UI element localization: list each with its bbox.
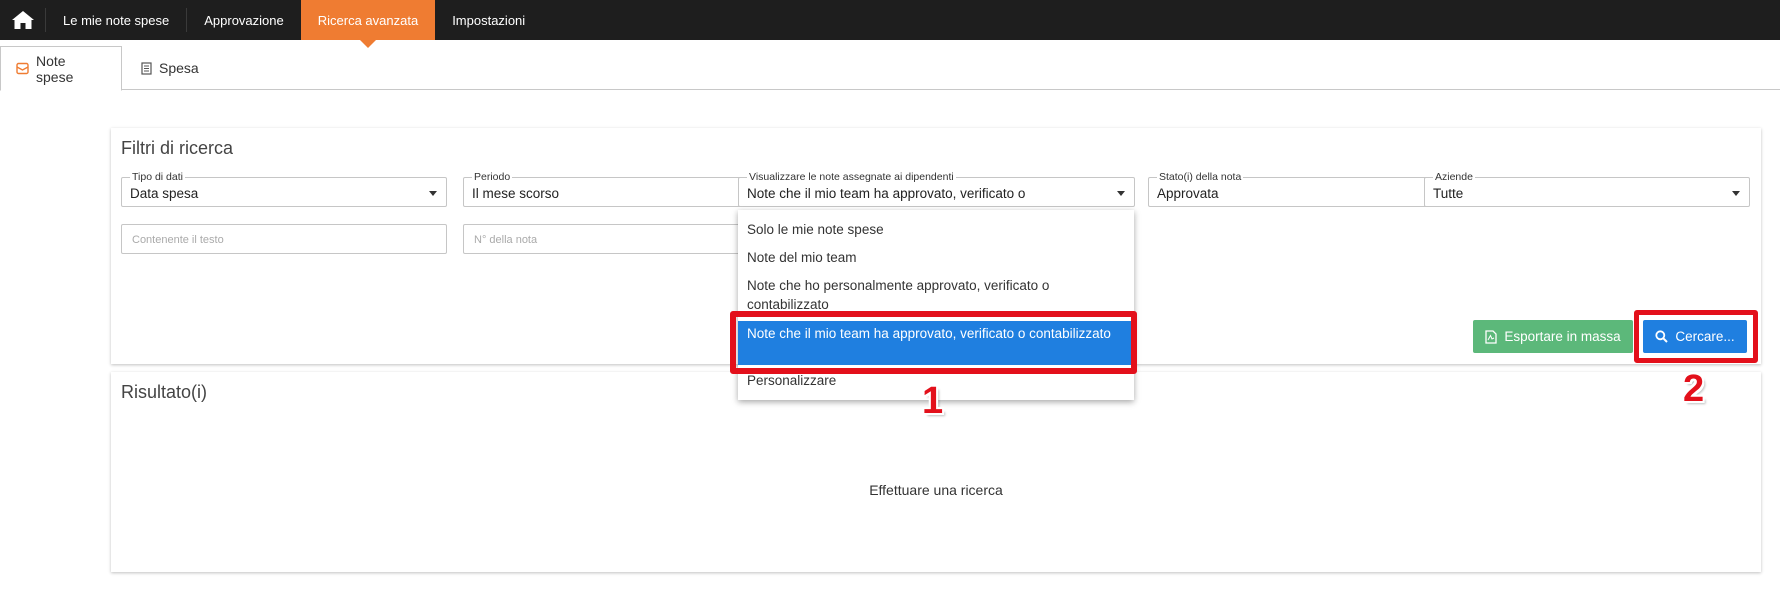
chevron-down-icon — [1732, 191, 1740, 196]
callout-number-two: 2 — [1683, 368, 1705, 410]
stato-value: Approvata — [1157, 186, 1219, 201]
visualizzare-label: Visualizzare le note assegnate ai dipend… — [747, 171, 956, 183]
aziende-select[interactable]: Aziende Tutte — [1424, 171, 1750, 207]
filters-title: Filtri di ricerca — [121, 138, 234, 158]
periodo-value: Il mese scorso — [472, 186, 560, 201]
nav-le-mie-note-spese[interactable]: Le mie note spese — [46, 0, 186, 40]
periodo-label: Periodo — [472, 171, 513, 183]
option-highlight-frame — [730, 311, 1137, 374]
chevron-down-icon — [1117, 191, 1125, 196]
testo-input[interactable]: Contenente il testo — [121, 224, 447, 254]
expense-report-icon — [16, 62, 29, 75]
results-empty-message: Effettuare una ricerca — [869, 482, 1003, 498]
tipo-dati-select[interactable]: Tipo di dati Data spesa — [121, 171, 447, 207]
dropdown-option-personalmente[interactable]: Note che ho personalmente approvato, ver… — [738, 276, 1134, 314]
stato-label: Stato(i) della nota — [1157, 171, 1244, 183]
visualizzare-select[interactable]: Visualizzare le note assegnate ai dipend… — [738, 171, 1135, 207]
tab-note-spese[interactable]: Note spese — [0, 46, 122, 91]
home-icon — [11, 11, 34, 29]
aziende-label: Aziende — [1433, 171, 1475, 183]
search-highlight-frame — [1634, 310, 1758, 363]
nav-ricerca-avanzata[interactable]: Ricerca avanzata — [300, 0, 436, 48]
pdf-file-icon — [1485, 329, 1497, 344]
tipo-dati-label: Tipo di dati — [130, 171, 185, 183]
tab-spesa[interactable]: Spesa — [126, 46, 214, 90]
export-bulk-label: Esportare in massa — [1504, 329, 1621, 344]
dropdown-option-mio-team[interactable]: Note del mio team — [738, 248, 1134, 267]
tab-bar: Note spese Spesa — [0, 46, 1780, 91]
receipt-icon — [141, 61, 152, 75]
visualizzare-value: Note che il mio team ha approvato, verif… — [747, 186, 1026, 201]
home-button[interactable] — [0, 8, 46, 32]
top-navigation: Le mie note spese Approvazione Ricerca a… — [0, 0, 1780, 48]
aziende-value: Tutte — [1433, 186, 1464, 201]
export-bulk-button[interactable]: Esportare in massa — [1473, 320, 1633, 353]
tab-spesa-label: Spesa — [159, 60, 199, 76]
callout-number-one: 1 — [922, 380, 944, 422]
nav-impostazioni[interactable]: Impostazioni — [435, 0, 542, 40]
results-title: Risultato(i) — [121, 382, 208, 402]
tab-note-spese-label: Note spese — [36, 52, 74, 85]
dropdown-option-mie-note[interactable]: Solo le mie note spese — [738, 220, 1134, 239]
tipo-dati-value: Data spesa — [130, 186, 199, 201]
chevron-down-icon — [429, 191, 437, 196]
nav-approvazione[interactable]: Approvazione — [187, 0, 301, 40]
